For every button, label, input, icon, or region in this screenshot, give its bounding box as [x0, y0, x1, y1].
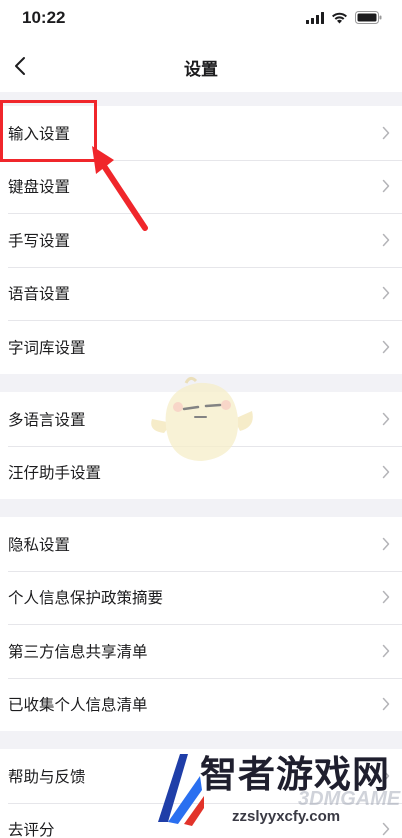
status-time: 10:22: [22, 8, 66, 27]
settings-row-collected-info[interactable]: 已收集个人信息清单: [0, 677, 402, 732]
settings-row-voice[interactable]: 语音设置: [0, 266, 402, 321]
row-label: 个人信息保护政策摘要: [8, 589, 164, 608]
row-label: 键盘设置: [8, 178, 71, 197]
nav-bar: 设置: [0, 40, 402, 92]
settings-row-keyboard[interactable]: 键盘设置: [0, 159, 402, 214]
row-label: 已收集个人信息清单: [8, 696, 148, 715]
chevron-right-icon: [382, 126, 390, 139]
site-watermark: 智者游戏网 3DMGAME zzslyyxcfy.com: [148, 742, 402, 838]
status-bar: 10:22: [0, 0, 402, 40]
settings-row-handwriting[interactable]: 手写设置: [0, 213, 402, 267]
chevron-right-icon: [382, 340, 390, 353]
chevron-right-icon: [382, 287, 390, 300]
settings-group-privacy: 隐私设置 个人信息保护政策摘要 第三方信息共享清单 已收集个人信息清单: [0, 517, 402, 731]
mascot-icon: [151, 376, 253, 461]
row-label: 第三方信息共享清单: [8, 642, 148, 661]
battery-icon: [355, 11, 382, 24]
settings-row-privacy[interactable]: 隐私设置: [0, 517, 402, 571]
page-title: 设置: [184, 60, 218, 80]
row-label: 字词库设置: [8, 338, 86, 357]
chevron-right-icon: [382, 537, 390, 550]
chevron-right-icon: [382, 591, 390, 604]
row-label: 帮助与反馈: [8, 767, 86, 786]
row-label: 多语言设置: [8, 410, 86, 429]
watermark-logo-icon: [158, 754, 204, 826]
settings-row-third-party-sharing[interactable]: 第三方信息共享清单: [0, 624, 402, 678]
signal-icon: [306, 11, 324, 24]
chevron-right-icon: [382, 698, 390, 711]
watermark-url: zzslyyxcfy.com: [232, 808, 341, 825]
chevron-right-icon: [382, 644, 390, 657]
row-label: 汪仔助手设置: [8, 464, 102, 483]
wifi-icon: [332, 12, 347, 23]
settings-row-policy-summary[interactable]: 个人信息保护政策摘要: [0, 570, 402, 625]
chevron-right-icon: [382, 233, 390, 246]
chevron-right-icon: [382, 466, 390, 479]
row-label: 去评分: [8, 821, 55, 838]
annotation-arrow-icon: [92, 146, 148, 231]
row-label: 语音设置: [8, 285, 71, 304]
chevron-right-icon: [382, 180, 390, 193]
row-label: 手写设置: [8, 231, 71, 250]
row-label: 隐私设置: [8, 535, 71, 554]
chevron-right-icon: [382, 412, 390, 425]
status-icons: [306, 11, 382, 24]
settings-row-lexicon[interactable]: 字词库设置: [0, 320, 402, 374]
